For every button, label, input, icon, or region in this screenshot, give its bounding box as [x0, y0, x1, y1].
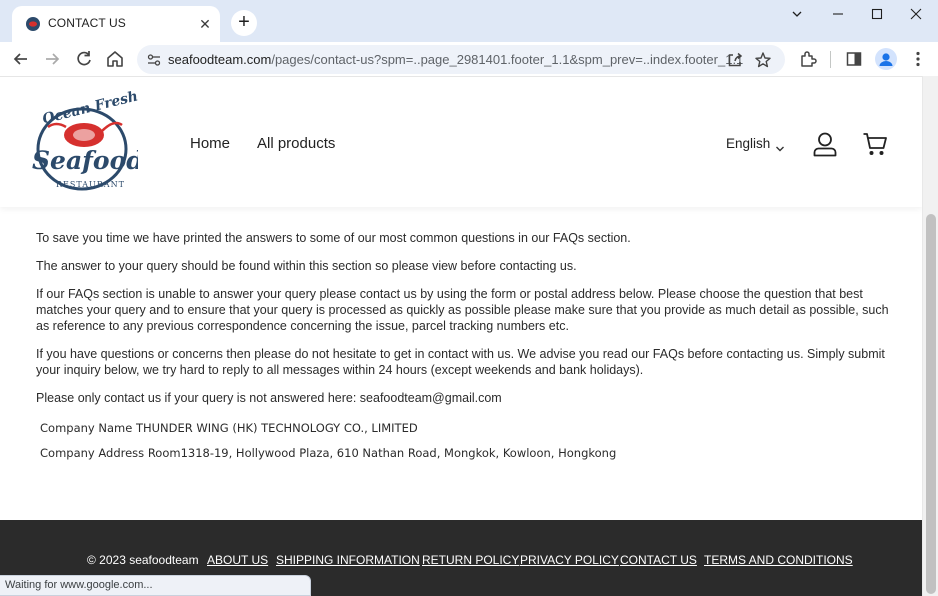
logo-text-bottom: RESTAURANT: [56, 180, 125, 189]
footer-link-shipping[interactable]: SHIPPING INFORMATION: [276, 553, 420, 567]
account-icon[interactable]: [812, 131, 838, 162]
sidepanel-icon[interactable]: [844, 49, 864, 69]
url-path: /pages/contact-us?spm=..page_2981401.foo…: [271, 52, 744, 67]
window-close-icon[interactable]: [900, 4, 932, 26]
reload-icon[interactable]: [73, 48, 95, 70]
page-scrollbar[interactable]: [922, 76, 938, 596]
maximize-icon[interactable]: [861, 4, 893, 26]
language-selector[interactable]: English: [726, 136, 770, 151]
url-host: seafoodteam.com: [168, 52, 272, 67]
share-icon[interactable]: [726, 51, 744, 69]
logo-text-main: Seafood: [32, 146, 138, 175]
site-logo[interactable]: Ocean Fresh Seafood RESTAURANT: [30, 88, 144, 195]
logo-text-top: Ocean Fresh: [41, 91, 138, 128]
site-info-icon[interactable]: [146, 52, 162, 73]
plus-icon[interactable]: +: [231, 10, 257, 36]
back-arrow-icon[interactable]: [10, 48, 32, 70]
tab-title: CONTACT US: [48, 16, 126, 30]
site-header: Ocean Fresh Seafood RESTAURANT Home All …: [0, 77, 922, 207]
company-name: Company Name THUNDER WING (HK) TECHNOLOG…: [40, 421, 418, 435]
tab-strip: CONTACT US ✕ +: [0, 0, 938, 42]
scrollbar-thumb[interactable]: [926, 214, 936, 594]
close-icon[interactable]: ✕: [196, 15, 214, 33]
nav-all-products[interactable]: All products: [257, 135, 335, 152]
footer-link-terms[interactable]: TERMS AND CONDITIONS: [704, 553, 853, 567]
browser-window: CONTACT US ✕ + seafoodteam.com/pages/con…: [0, 0, 938, 596]
footer-link-privacy-policy[interactable]: PRIVACY POLICY: [520, 553, 619, 567]
faq-paragraph: The answer to your query should be found…: [36, 259, 577, 273]
star-icon[interactable]: [754, 51, 772, 69]
nav-home[interactable]: Home: [190, 135, 230, 152]
browser-toolbar: seafoodteam.com/pages/contact-us?spm=..p…: [0, 42, 938, 76]
url-text[interactable]: seafoodteam.com/pages/contact-us?spm=..p…: [168, 52, 743, 67]
web-page: Ocean Fresh Seafood RESTAURANT Home All …: [0, 76, 922, 596]
profile-icon[interactable]: [875, 48, 897, 70]
contact-method-paragraph: If our FAQs section is unable to answer …: [36, 287, 889, 333]
favicon-icon: [25, 16, 41, 32]
response-time-paragraph: If you have questions or concerns then p…: [36, 347, 885, 377]
chevron-down-icon[interactable]: [775, 140, 785, 158]
menu-icon[interactable]: [908, 49, 928, 69]
forward-arrow-icon[interactable]: [41, 48, 63, 70]
footer-link-about-us[interactable]: ABOUT US: [207, 553, 268, 567]
footer-copyright: © 2023 seafoodteam: [87, 553, 199, 567]
active-tab[interactable]: CONTACT US ✕: [12, 6, 220, 42]
cart-icon[interactable]: [862, 131, 888, 162]
contact-email-paragraph: Please only contact us if your query is …: [36, 391, 502, 405]
home-icon[interactable]: [104, 48, 126, 70]
chevron-down-icon[interactable]: [781, 4, 813, 26]
company-address: Company Address Room1318-19, Hollywood P…: [40, 446, 617, 460]
footer-link-contact-us[interactable]: CONTACT US: [620, 553, 697, 567]
intro-paragraph: To save you time we have printed the ans…: [36, 231, 631, 245]
address-bar[interactable]: seafoodteam.com/pages/contact-us?spm=..p…: [137, 45, 785, 74]
extensions-icon[interactable]: [798, 49, 818, 69]
status-bubble: Waiting for www.google.com...: [0, 575, 311, 596]
toolbar-divider: [830, 51, 831, 68]
footer-link-return-policy[interactable]: RETURN POLICY: [422, 553, 519, 567]
minimize-icon[interactable]: [822, 4, 854, 26]
contact-content: To save you time we have printed the ans…: [36, 230, 896, 418]
